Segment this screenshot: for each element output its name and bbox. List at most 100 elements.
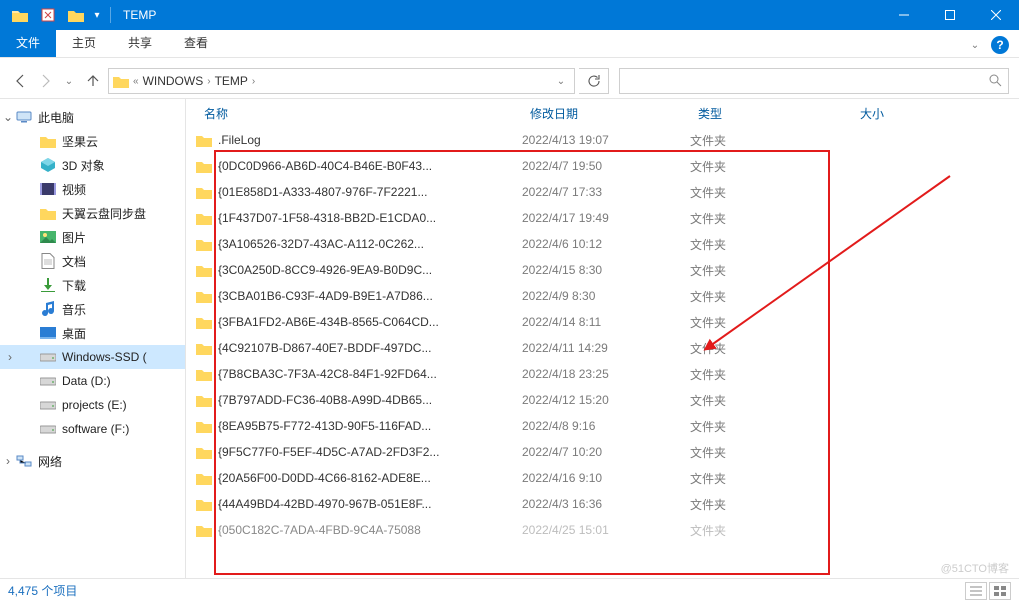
maximize-button[interactable]	[927, 0, 973, 30]
sidebar-item[interactable]: 3D 对象	[0, 153, 185, 177]
file-date: 2022/4/16 9:10	[522, 471, 690, 485]
tab-home[interactable]: 主页	[56, 28, 112, 57]
file-name: {1F437D07-1F58-4318-BB2D-E1CDA0...	[218, 211, 436, 225]
sidebar-item[interactable]: 文档	[0, 249, 185, 273]
table-row[interactable]: {9F5C77F0-F5EF-4D5C-A7AD-2FD3F2...2022/4…	[196, 439, 1019, 465]
close-button[interactable]	[973, 0, 1019, 30]
column-size[interactable]: 大小	[852, 105, 952, 122]
chevron-down-icon[interactable]: ⌄	[2, 110, 14, 124]
music-icon	[40, 301, 56, 317]
sidebar-item[interactable]: 下载	[0, 273, 185, 297]
drive-icon	[40, 349, 56, 365]
sidebar-item[interactable]: 音乐	[0, 297, 185, 321]
file-date: 2022/4/17 19:49	[522, 211, 690, 225]
table-row[interactable]: {4C92107B-D867-40E7-BDDF-497DC... 2022/4/…	[196, 335, 1019, 361]
forward-button[interactable]	[34, 70, 56, 92]
table-row[interactable]: {3FBA1FD2-AB6E-434B-8565-C064CD...2022/4…	[196, 309, 1019, 335]
sidebar-item-label: 下载	[62, 277, 86, 294]
ribbon-collapse-icon[interactable]: ⌄	[963, 33, 987, 57]
file-name: {3CBA01B6-C93F-4AD9-B9E1-A7D86...	[218, 289, 433, 303]
refresh-button[interactable]	[579, 68, 609, 94]
up-button[interactable]	[82, 70, 104, 92]
file-type: 文件夹	[690, 132, 852, 149]
table-row[interactable]: {1F437D07-1F58-4318-BB2D-E1CDA0... 2022/4…	[196, 205, 1019, 231]
folder-icon	[196, 470, 212, 486]
file-name: {7B8CBA3C-7F3A-42C8-84F1-92FD64...	[218, 367, 437, 381]
table-row[interactable]: {050C182C-7ADA-4FBD-9C4A-750882022/4/25 …	[196, 517, 1019, 543]
column-date[interactable]: 修改日期	[522, 105, 690, 122]
tree-network[interactable]: › 网络	[0, 449, 185, 473]
table-row[interactable]: {3C0A250D-8CC9-4926-9EA9-B0D9C...2022/4/…	[196, 257, 1019, 283]
sidebar-item[interactable]: Data (D:)	[0, 369, 185, 393]
table-row[interactable]: {3CBA01B6-C93F-4AD9-B9E1-A7D86...2022/4/…	[196, 283, 1019, 309]
folder-icon	[196, 444, 212, 460]
tree-this-pc[interactable]: ⌄ 此电脑	[0, 105, 185, 129]
tab-view[interactable]: 查看	[168, 28, 224, 57]
file-date: 2022/4/11 14:29	[522, 341, 690, 355]
table-row[interactable]: {8EA95B75-F772-413D-90F5-116FAD...2022/4…	[196, 413, 1019, 439]
folder-icon	[113, 73, 129, 89]
file-name: {20A56F00-D0DD-4C66-8162-ADE8E...	[218, 471, 431, 485]
column-name[interactable]: 名称	[196, 105, 522, 122]
title-bar: ▾ TEMP	[0, 0, 1019, 30]
file-name: {7B797ADD-FC36-40B8-A99D-4DB65...	[218, 393, 432, 407]
window-title: TEMP	[117, 8, 156, 22]
download-icon	[40, 277, 56, 293]
file-list: 名称 修改日期 类型 大小 .FileLog2022/4/13 19:07文件夹…	[186, 99, 1019, 578]
sidebar-item-label: projects (E:)	[62, 398, 127, 412]
table-row[interactable]: {01E858D1-A333-4807-976F-7F2221...2022/4…	[196, 179, 1019, 205]
table-row[interactable]: {7B797ADD-FC36-40B8-A99D-4DB65... 2022/4/…	[196, 387, 1019, 413]
table-row[interactable]: {0DC0D966-AB6D-40C4-B46E-B0F43...2022/4/…	[196, 153, 1019, 179]
search-input[interactable]	[619, 68, 1009, 94]
file-name: {8EA95B75-F772-413D-90F5-116FAD...	[218, 419, 431, 433]
properties-icon[interactable]	[34, 0, 62, 30]
column-headers: 名称 修改日期 类型 大小	[186, 99, 1019, 127]
table-row[interactable]: {44A49BD4-42BD-4970-967B-051E8F...2022/4…	[196, 491, 1019, 517]
document-icon	[40, 253, 56, 269]
file-date: 2022/4/25 15:01	[522, 523, 690, 537]
table-row[interactable]: {20A56F00-D0DD-4C66-8162-ADE8E... 2022/4/…	[196, 465, 1019, 491]
address-dropdown-icon[interactable]: ⌄	[548, 69, 574, 93]
table-row[interactable]: .FileLog2022/4/13 19:07文件夹	[196, 127, 1019, 153]
file-type: 文件夹	[690, 184, 852, 201]
chevron-right-icon[interactable]: ›	[2, 454, 14, 468]
file-date: 2022/4/12 15:20	[522, 393, 690, 407]
table-row[interactable]: {7B8CBA3C-7F3A-42C8-84F1-92FD64...2022/4…	[196, 361, 1019, 387]
tab-file[interactable]: 文件	[0, 28, 56, 57]
sidebar-item[interactable]: 图片	[0, 225, 185, 249]
sidebar-item[interactable]: 视频	[0, 177, 185, 201]
new-folder-icon[interactable]	[62, 0, 90, 30]
column-type[interactable]: 类型	[690, 105, 852, 122]
back-button[interactable]	[10, 70, 32, 92]
icons-view-button[interactable]	[989, 582, 1011, 600]
minimize-button[interactable]	[881, 0, 927, 30]
sidebar-item[interactable]: software (F:)	[0, 417, 185, 441]
file-type: 文件夹	[690, 496, 852, 513]
tab-share[interactable]: 共享	[112, 28, 168, 57]
chevron-right-icon[interactable]: ›	[4, 350, 16, 364]
ribbon: 文件 主页 共享 查看 ⌄ ?	[0, 30, 1019, 58]
folder-icon	[196, 392, 212, 408]
drive-icon	[40, 373, 56, 389]
address-box[interactable]: « WINDOWS› TEMP› ⌄	[108, 68, 575, 94]
help-icon[interactable]: ?	[991, 36, 1009, 54]
file-name: {3C0A250D-8CC9-4926-9EA9-B0D9C...	[218, 263, 432, 277]
sidebar-item-label: 视频	[62, 181, 86, 198]
breadcrumb: TEMP›	[215, 74, 256, 88]
recent-locations-icon[interactable]: ⌄	[58, 70, 80, 92]
sidebar-item[interactable]: ›Windows-SSD (	[0, 345, 185, 369]
sidebar-item[interactable]: 桌面	[0, 321, 185, 345]
qat-customize-icon[interactable]: ▾	[90, 0, 104, 30]
file-type: 文件夹	[690, 340, 852, 357]
details-view-button[interactable]	[965, 582, 987, 600]
file-name: {4C92107B-D867-40E7-BDDF-497DC...	[218, 341, 431, 355]
sidebar-item[interactable]: projects (E:)	[0, 393, 185, 417]
sidebar-item[interactable]: 坚果云	[0, 129, 185, 153]
file-type: 文件夹	[690, 522, 852, 539]
search-icon	[988, 73, 1002, 90]
sidebar-item-label: 图片	[62, 229, 86, 246]
sidebar-item[interactable]: 天翼云盘同步盘	[0, 201, 185, 225]
table-row[interactable]: {3A106526-32D7-43AC-A112-0C262...2022/4/…	[196, 231, 1019, 257]
file-name: {9F5C77F0-F5EF-4D5C-A7AD-2FD3F2...	[218, 445, 439, 459]
sidebar-item-label: 音乐	[62, 301, 86, 318]
